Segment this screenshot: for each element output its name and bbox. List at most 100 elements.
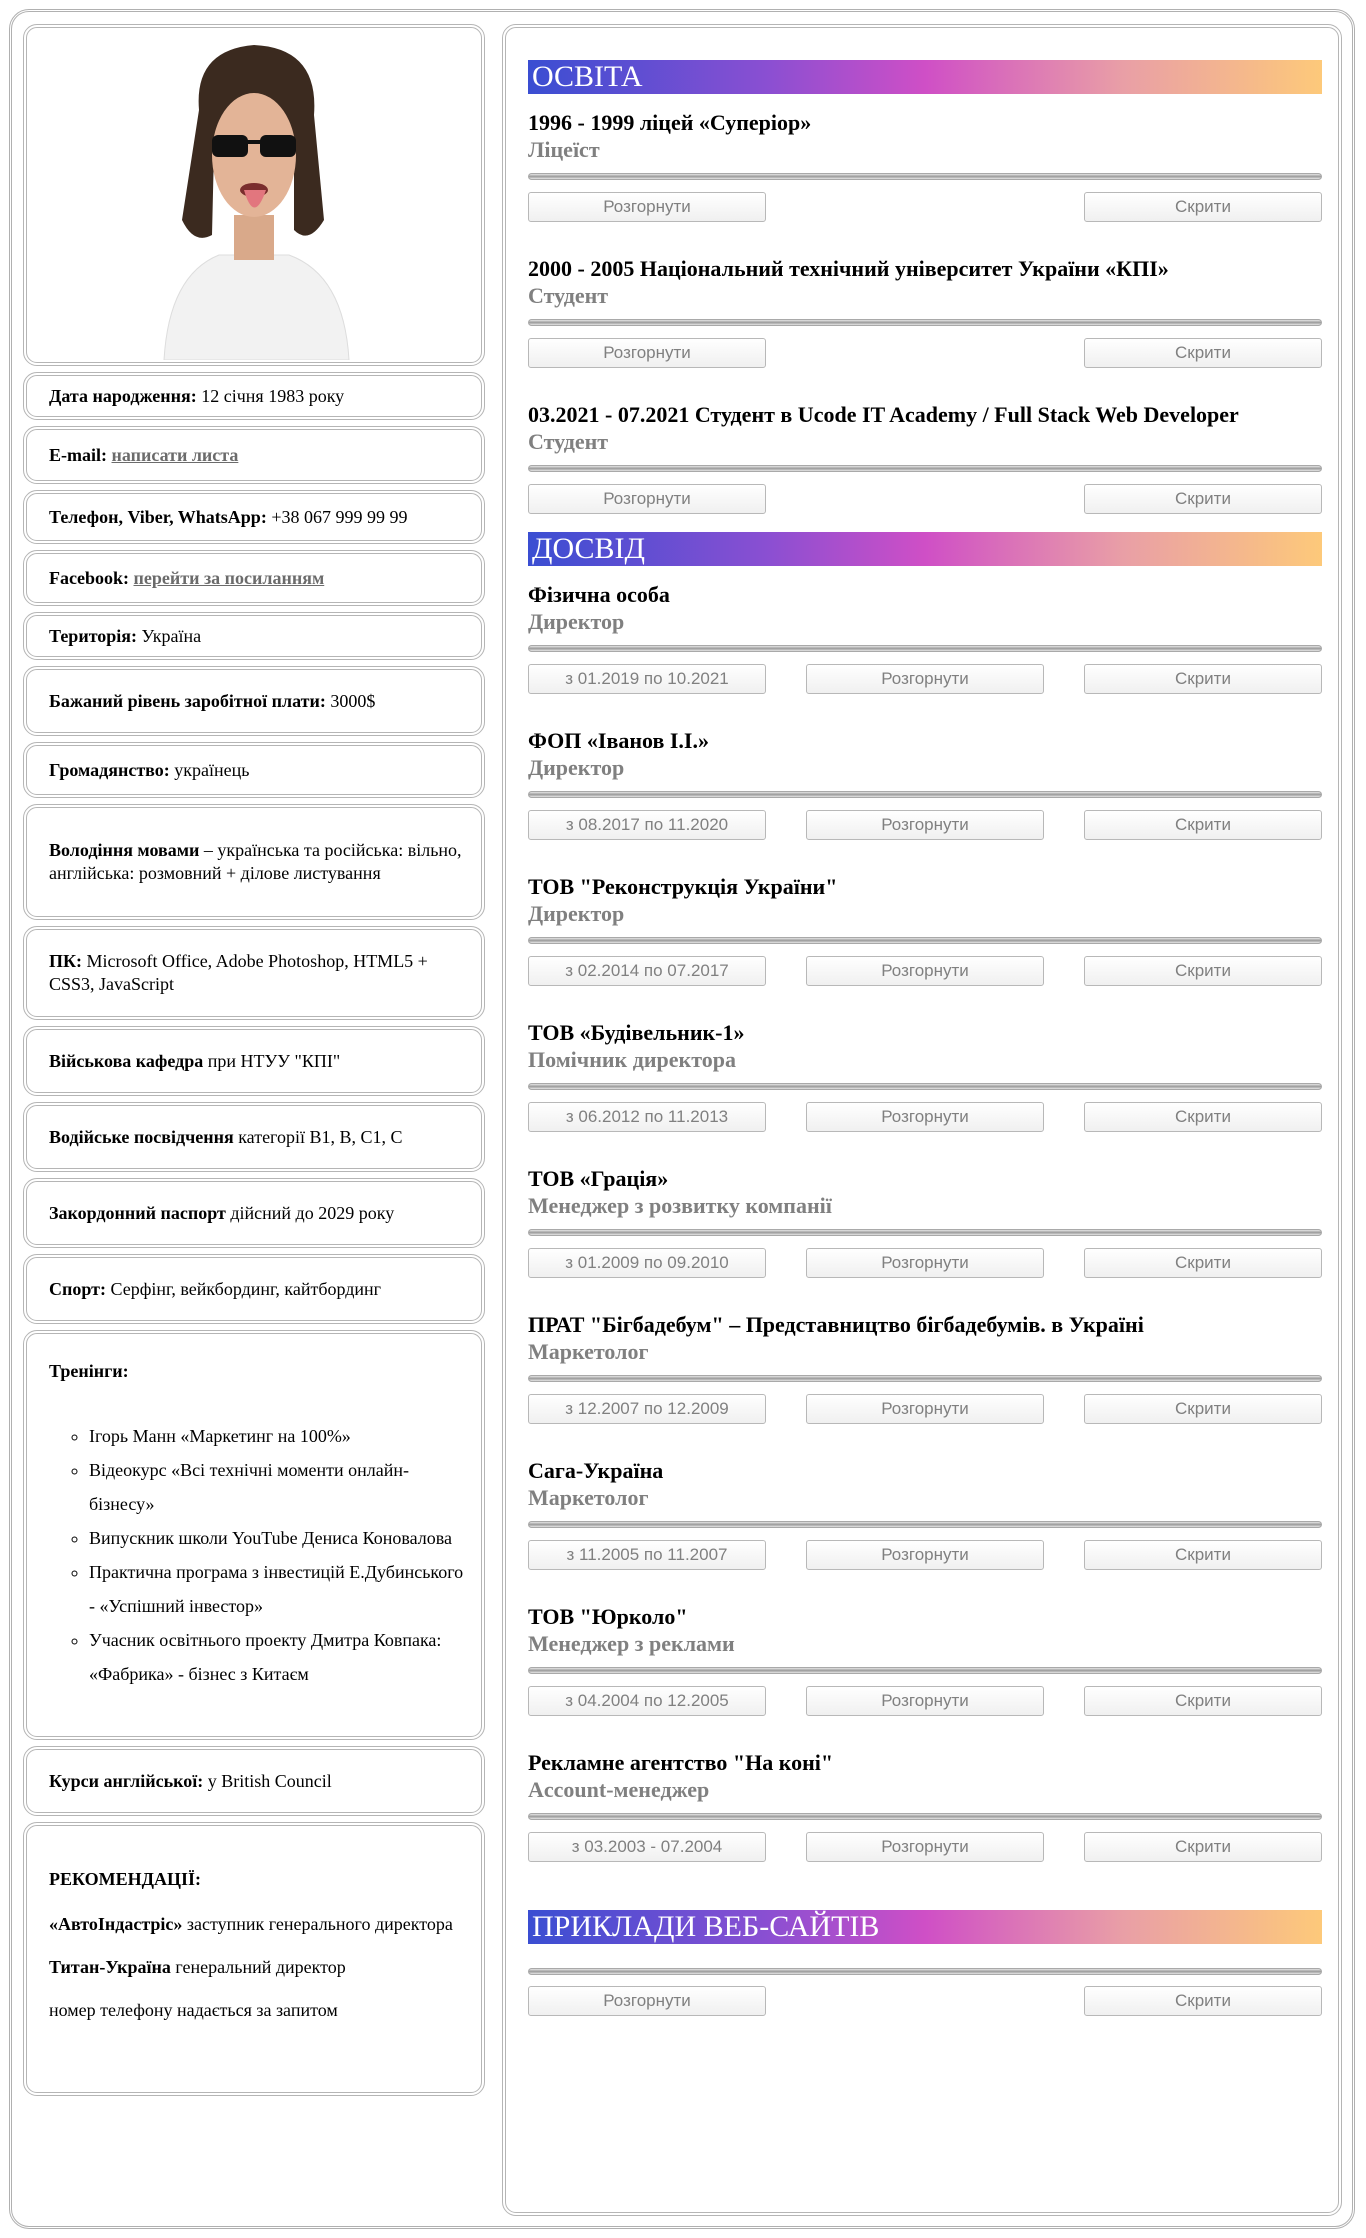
experience-entry: Рекламне агентство "На коні" Account-мен… [528,1734,1322,1880]
hide-button[interactable]: Скрити [1084,1986,1322,2016]
expand-button[interactable]: Розгорнути [806,1248,1044,1278]
recommendations-label: РЕКОМЕНДАЦІЇ: [49,1869,201,1889]
training-item: Випускник школи YouTube Дениса Коновалов… [89,1521,467,1555]
hide-button[interactable]: Скрити [1084,664,1322,694]
education-entry: 03.2021 - 07.2021 Студент в Ucode IT Aca… [528,386,1322,532]
entry-title: 1996 - 1999 ліцей «Суперіор» [528,110,812,135]
period-badge: з 02.2014 по 07.2017 [528,956,766,986]
birth-date-card: Дата народження: 12 січня 1983 року [23,372,485,420]
hide-button[interactable]: Скрити [1084,1832,1322,1862]
driver-license-card: Водійське посвідчення категорії B1, B, C… [23,1102,485,1172]
entry-title: ТОВ "Юрколо" [528,1604,688,1629]
english-courses-label: Курси англійської: [49,1770,204,1791]
entry-role: Менеджер з розвитку компанії [528,1193,832,1218]
recommendation-company: Титан-Україна [49,1957,171,1977]
passport-value: дійсний до 2029 року [225,1202,395,1223]
expand-button[interactable]: Розгорнути [806,956,1044,986]
phone-label: Телефон, Viber, WhatsApp: [49,506,267,527]
entry-role: Маркетолог [528,1339,649,1364]
expand-button[interactable]: Розгорнути [806,1832,1044,1862]
hide-button[interactable]: Скрити [1084,484,1322,514]
divider [528,1667,1322,1674]
profile-column: Дата народження: 12 січня 1983 року E-ma… [23,24,485,2102]
military-label: Військова кафедра [49,1050,204,1071]
email-link[interactable]: написати листа [112,445,239,465]
hide-button[interactable]: Скрити [1084,1248,1322,1278]
expand-button[interactable]: Розгорнути [806,1540,1044,1570]
expand-button[interactable]: Розгорнути [806,1394,1044,1424]
expand-button[interactable]: Розгорнути [528,484,766,514]
expand-button[interactable]: Розгорнути [528,338,766,368]
expand-button[interactable]: Розгорнути [806,810,1044,840]
education-heading: ОСВІТА [528,60,1322,94]
content-panel: ОСВІТА 1996 - 1999 ліцей «Суперіор» Ліце… [502,24,1342,2216]
hide-button[interactable]: Скрити [1084,1394,1322,1424]
entry-role: Маркетолог [528,1485,649,1510]
entry-role: Account-менеджер [528,1777,710,1802]
driver-license-value: категорії B1, B, C1, C [233,1126,403,1147]
training-item: Відеокурс «Всі технічні моменти онлайн-б… [89,1453,467,1521]
education-entry: 1996 - 1999 ліцей «Суперіор» Ліцеїст Роз… [528,94,1322,240]
expand-button[interactable]: Розгорнути [528,192,766,222]
hide-button[interactable]: Скрити [1084,956,1322,986]
sport-value: Серфінг, вейкбординг, кайтбординг [105,1278,382,1299]
facebook-link[interactable]: перейти за посиланням [134,568,325,588]
entry-title: ТОВ «Грація» [528,1166,669,1191]
phone-value: +38 067 999 99 99 [266,506,408,527]
period-badge: з 04.2004 по 12.2005 [528,1686,766,1716]
expand-button[interactable]: Розгорнути [806,1686,1044,1716]
training-item: Учасник освітнього проекту Дмитра Ковпак… [89,1623,467,1691]
entry-title: Рекламне агентство "На коні" [528,1750,834,1775]
passport-card: Закордонний паспорт дійсний до 2029 року [23,1178,485,1248]
expand-button[interactable]: Розгорнути [528,1986,766,2016]
expand-button[interactable]: Розгорнути [806,664,1044,694]
hide-button[interactable]: Скрити [1084,1686,1322,1716]
hide-button[interactable]: Скрити [1084,338,1322,368]
driver-license-label: Водійське посвідчення [49,1126,234,1147]
experience-entry: ФОП «Іванов І.І.» Директор з 08.2017 по … [528,712,1322,858]
experience-entry: Фізична особа Директор з 01.2019 по 10.2… [528,566,1322,712]
divider [528,1521,1322,1528]
entry-role: Помічник директора [528,1047,736,1072]
experience-entry: ПРАТ "Бігбадебум" – Представництво бігба… [528,1296,1322,1442]
salary-value: 3000$ [325,690,376,711]
entry-title: Сага-Україна [528,1458,664,1483]
entry-title: 03.2021 - 07.2021 Студент в Ucode IT Aca… [528,402,1239,427]
pc-skills-card: ПК: Microsoft Office, Adobe Photoshop, H… [23,926,485,1020]
training-item: Ігорь Манн «Маркетинг на 100%» [89,1419,467,1453]
territory-value: Україна [137,625,202,646]
entry-role: Менеджер з реклами [528,1631,735,1656]
hide-button[interactable]: Скрити [1084,810,1322,840]
period-badge: з 06.2012 по 11.2013 [528,1102,766,1132]
email-label: E-mail: [49,444,107,465]
territory-card: Територія: Україна [23,612,485,660]
english-courses-card: Курси англійської: у British Council [23,1746,485,1816]
citizenship-card: Громадянство: українець [23,742,485,798]
entry-title: ПРАТ "Бігбадебум" – Представництво бігба… [528,1312,1144,1337]
military-value: при НТУУ "КПІ" [203,1050,341,1071]
experience-entry: ТОВ «Грація» Менеджер з розвитку компані… [528,1150,1322,1296]
photo-card [23,24,485,366]
entry-role: Ліцеїст [528,137,600,162]
experience-entry: ТОВ «Будівельник-1» Помічник директора з… [528,1004,1322,1150]
divider [528,465,1322,472]
hide-button[interactable]: Скрити [1084,1540,1322,1570]
citizenship-label: Громадянство: [49,759,170,780]
entry-title: ТОВ «Будівельник-1» [528,1020,745,1045]
entry-role: Директор [528,901,625,926]
entry-title: ТОВ "Реконструкція України" [528,874,838,899]
profile-photo [104,30,404,360]
period-badge: з 01.2019 по 10.2021 [528,664,766,694]
pc-skills-value: Microsoft Office, Adobe Photoshop, HTML5… [49,951,428,994]
period-badge: з 03.2003 - 07.2004 [528,1832,766,1862]
expand-button[interactable]: Розгорнути [806,1102,1044,1132]
pc-skills-label: ПК: [49,951,83,971]
citizenship-value: українець [169,759,250,780]
birth-date-label: Дата народження: [49,385,197,406]
hide-button[interactable]: Скрити [1084,1102,1322,1132]
hide-button[interactable]: Скрити [1084,192,1322,222]
recommendation-role: генеральний директор [170,1957,346,1977]
divider [528,1229,1322,1236]
sport-label: Спорт: [49,1278,106,1299]
trainings-card: Тренінги: Ігорь Манн «Маркетинг на 100%»… [23,1330,485,1740]
